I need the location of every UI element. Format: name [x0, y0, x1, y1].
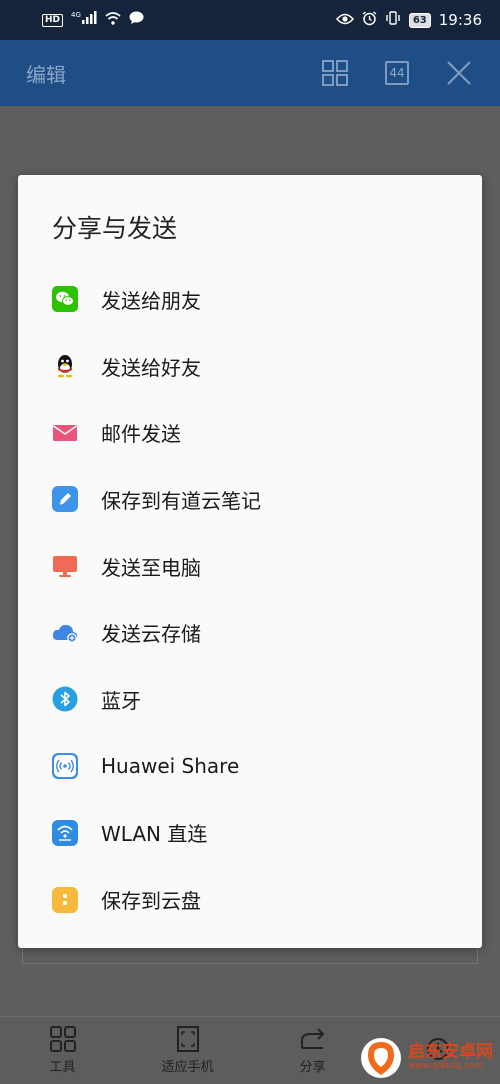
close-icon — [447, 61, 471, 85]
computer-icon — [52, 553, 78, 579]
clock: 19:36 — [438, 11, 482, 29]
share-label: 分享 — [299, 1060, 326, 1075]
share-huawei-share[interactable]: Huawei Share — [18, 733, 482, 800]
share-item-label: 发送云存储 — [101, 622, 201, 647]
dialog-title: 分享与发送 — [52, 214, 178, 243]
status-left: HD 4G — [42, 11, 144, 29]
share-cloud-disk[interactable]: 保存到云盘 — [18, 866, 482, 933]
huawei-share-icon — [52, 753, 78, 780]
share-item-label: 保存到云盘 — [101, 889, 201, 914]
cloud-disk-icon — [52, 886, 78, 913]
tools-label: 工具 — [49, 1060, 76, 1075]
share-item-label: 邮件发送 — [101, 422, 181, 447]
share-item-label: 发送至电脑 — [101, 555, 201, 580]
share-item-label: 蓝牙 — [101, 688, 141, 713]
bluetooth-icon — [52, 686, 78, 712]
grid-icon — [322, 60, 348, 86]
share-bluetooth[interactable]: 蓝牙 — [18, 666, 482, 733]
watermark-main: 启东安卓网 — [408, 1042, 493, 1063]
watermark-sub: www.qdltdq.com — [408, 1061, 484, 1072]
cloud-icon — [52, 620, 78, 646]
vibrate-icon — [385, 11, 401, 29]
share-wechat-friend[interactable]: 发送给朋友 — [18, 266, 482, 333]
share-item-label: 保存到有道云笔记 — [101, 488, 261, 513]
share-cloud-storage[interactable]: 发送云存储 — [18, 599, 482, 666]
svg-text:4G: 4G — [71, 11, 81, 19]
eye-icon — [335, 11, 354, 29]
fit-screen-icon — [176, 1026, 199, 1052]
wlan-direct-icon — [52, 819, 78, 846]
share-list: 发送给朋友 发送给好友 邮件发送 保存到有道云笔记 发送至电脑 发送云存储 蓝牙… — [18, 266, 482, 933]
share-qq-friend[interactable]: 发送给好友 — [18, 333, 482, 400]
tools-icon — [49, 1026, 76, 1052]
grid-view-button[interactable] — [320, 58, 350, 88]
page-title: 编辑 — [26, 62, 66, 87]
battery-indicator: 63 — [408, 12, 431, 28]
share-item-label: 发送给好友 — [101, 355, 201, 380]
message-icon — [129, 11, 144, 29]
share-item-label: 发送给朋友 — [101, 288, 201, 313]
share-button[interactable]: 分享 — [263, 1026, 363, 1075]
mail-icon — [52, 420, 78, 446]
app-header: 编辑 44 — [0, 40, 500, 106]
page-count-button[interactable]: 44 — [382, 58, 412, 88]
alarm-icon — [362, 10, 377, 30]
page-count: 44 — [385, 61, 409, 85]
watermark-logo-icon — [361, 1038, 401, 1078]
share-item-label: WLAN 直连 — [101, 822, 208, 847]
share-wlan-direct[interactable]: WLAN 直连 — [18, 800, 482, 867]
share-youdao-note[interactable]: 保存到有道云笔记 — [18, 466, 482, 533]
fit-phone-button[interactable]: 适应手机 — [138, 1026, 238, 1075]
share-icon — [300, 1028, 324, 1049]
share-to-computer[interactable]: 发送至电脑 — [18, 533, 482, 600]
youdao-note-icon — [52, 486, 78, 513]
tools-button[interactable]: 工具 — [13, 1026, 113, 1075]
watermark: 启东安卓网 www.qdltdq.com — [360, 1036, 496, 1080]
status-bar: HD 4G 63 19:36 — [0, 0, 500, 40]
wechat-icon — [52, 286, 78, 313]
share-email[interactable]: 邮件发送 — [18, 399, 482, 466]
hd-badge: HD — [42, 13, 64, 27]
wifi-icon — [105, 11, 121, 29]
share-item-label: Huawei Share — [101, 754, 240, 779]
status-right: 63 19:36 — [335, 10, 482, 30]
watermark-text: 启东安卓网 www.qdltdq.com — [408, 1042, 493, 1072]
close-button[interactable] — [444, 58, 474, 88]
share-dialog: 分享与发送 发送给朋友 发送给好友 邮件发送 保存到有道云笔记 发送至电脑 发送… — [18, 175, 482, 948]
fit-phone-label: 适应手机 — [161, 1060, 214, 1075]
signal-icon: 4G — [71, 11, 97, 29]
qq-icon — [52, 353, 78, 379]
